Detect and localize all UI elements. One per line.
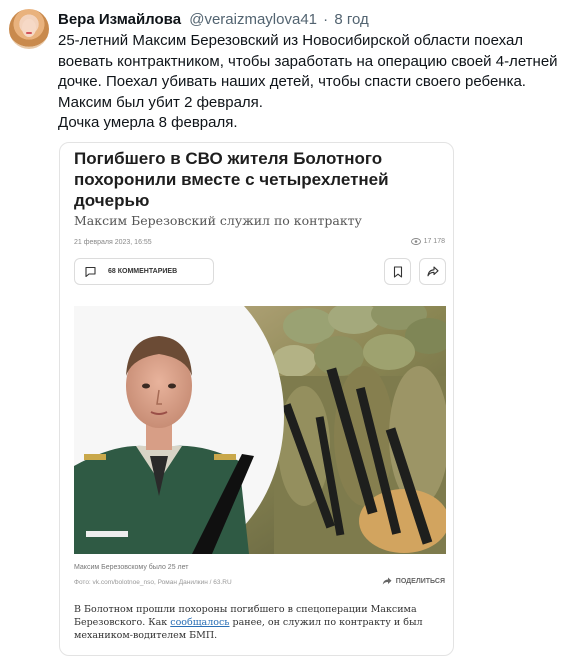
photo-source: Фото: vk.com/bolotnoe_nso, Роман Данилки… (74, 579, 232, 586)
article-headline: Погибшего в СВО жителя Болотного похорон… (74, 149, 389, 210)
view-count-value: 17 178 (423, 238, 445, 245)
share-button[interactable] (419, 258, 446, 285)
tweet-line: Дочка умерла 8 февраля. (58, 114, 238, 131)
tweet-line: Максим был убит 2 февраля. (58, 93, 263, 111)
bookmark-icon (393, 265, 402, 278)
article-subtitle: Максим Березовский служил по контракту (74, 213, 362, 228)
comment-icon (85, 266, 96, 277)
article-link[interactable]: сообщалось (170, 617, 229, 628)
tweet-line: 25-летний Максим Березовский из Новосиби… (58, 32, 558, 90)
article-date: 21 февраля 2023, 16:55 (74, 239, 152, 246)
tweet-header: Вера Измайлова @veraizmaylova41 · 8 год (58, 11, 369, 29)
article-screenshot[interactable]: Погибшего в СВО жителя Болотного похорон… (59, 142, 454, 656)
author-name[interactable]: Вера Измайлова (58, 11, 181, 28)
author-avatar[interactable] (9, 9, 49, 49)
photo-caption: Максим Березовскому было 25 лет (74, 564, 189, 571)
comments-button[interactable]: 68 КОММЕНТАРИЕВ (74, 258, 214, 285)
article-body: В Болотном прошли похороны погибшего в с… (74, 603, 444, 642)
article-photo (74, 306, 446, 554)
tweet-text: 25-летний Максим Березовский из Новосиби… (58, 31, 570, 134)
tweet-timestamp[interactable]: 8 год (334, 11, 368, 28)
share-link[interactable]: ПОДЕЛИТЬСЯ (382, 577, 445, 585)
share-icon (426, 266, 439, 277)
share-arrow-icon (382, 577, 392, 585)
view-count: 17 178 (410, 238, 445, 245)
bookmark-button[interactable] (384, 258, 411, 285)
separator-dot: · (323, 11, 329, 28)
author-handle[interactable]: @veraizmaylova41 (189, 11, 317, 28)
tweet: Вера Измайлова @veraizmaylova41 · 8 год … (0, 0, 577, 664)
comments-label: 68 КОММЕНТАРИЕВ (108, 268, 178, 275)
eye-icon (410, 238, 421, 245)
share-label: ПОДЕЛИТЬСЯ (395, 577, 445, 585)
